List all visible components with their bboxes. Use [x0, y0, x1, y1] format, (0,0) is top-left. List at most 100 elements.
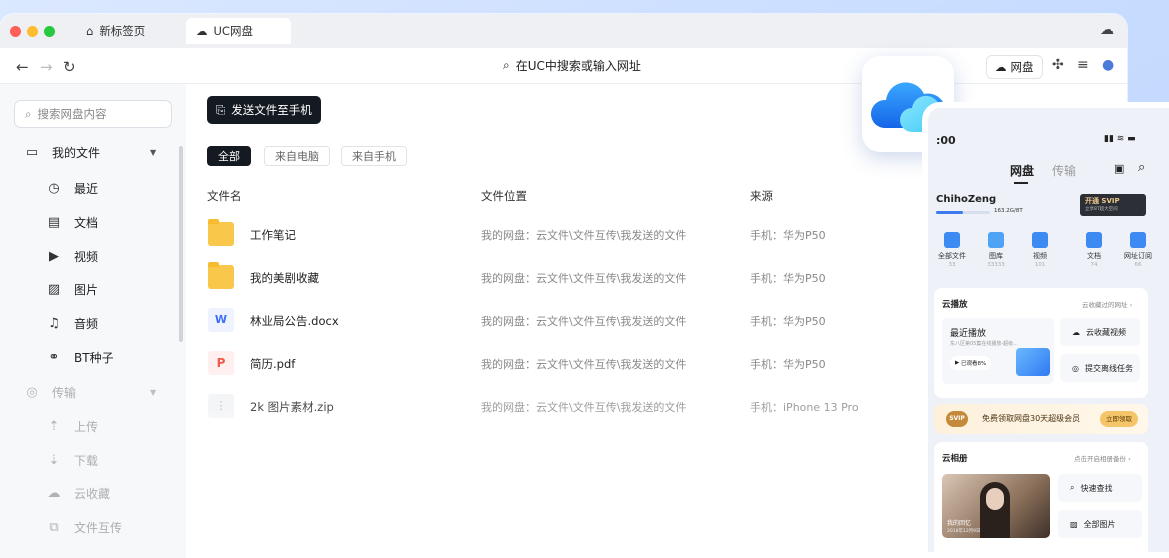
category-gallery[interactable]: 图库 33333: [976, 232, 1016, 268]
file-row[interactable]: 我的美剧收藏 我的网盘：云文件\文件互传\我发送的文件 手机：华为P50: [186, 261, 886, 301]
sidebar-item-transfer[interactable]: ◎ 传输 ▼: [24, 382, 156, 402]
cloud-icon: ☁: [196, 24, 208, 38]
svip-banner[interactable]: 开通 SVIP 立享8T超大空间: [1080, 194, 1146, 216]
video-icon: ▶: [49, 248, 59, 264]
reload-icon[interactable]: ↻: [63, 58, 76, 76]
category-video[interactable]: 视频 101: [1020, 232, 1060, 268]
category-docs[interactable]: 文档 74: [1074, 232, 1114, 268]
file-row[interactable]: ⋮ 2k 图片素材.zip 我的网盘：云文件\文件互传\我发送的文件 手机：iP…: [186, 390, 886, 430]
pdf-icon: P: [208, 351, 234, 375]
video-thumbnail: [1016, 348, 1050, 376]
recent-play-card[interactable]: 最近播放 东八区第05集在线播放-超级... ▶ 已观看8%: [942, 318, 1054, 384]
portrait-face: [986, 488, 1004, 510]
sidebar-item-bt[interactable]: ⚭ BT种子: [46, 347, 114, 367]
address-input[interactable]: ⌕ 在UC中搜索或输入网址: [503, 57, 641, 74]
cloud-video-bookmark-button[interactable]: ☁ 云收藏视频: [1060, 318, 1140, 346]
svip-badge: SVIP: [946, 411, 968, 427]
sidebar-scrollbar[interactable]: [179, 146, 183, 342]
sidebar-item-audio[interactable]: ♫ 音频: [46, 313, 98, 333]
phone-mockup: :00 ▮▮ ≋ ▬ 网盘 传输 ▣ ⌕ ChihoZeng 163.2G/8T…: [922, 102, 1169, 558]
search-icon: ⌕: [25, 106, 32, 121]
all-photos-button[interactable]: ▨ 全部图片: [1058, 510, 1142, 538]
transfer-circle-icon: ◎: [26, 384, 38, 400]
sidebar-item-docs[interactable]: ▤ 文档: [46, 212, 98, 232]
play-progress-button[interactable]: ▶ 已观看8%: [950, 356, 992, 370]
chevron-down-icon: ▼: [150, 387, 157, 397]
sidebar-item-video[interactable]: ▶ 视频: [46, 246, 98, 266]
column-header-source[interactable]: 来源: [750, 188, 773, 204]
send-file-icon: ⎘: [216, 102, 226, 117]
folder-icon: [208, 219, 234, 246]
quick-find-button[interactable]: ⌕ 快速查找: [1058, 474, 1142, 502]
sidebar-item-upload[interactable]: ⇡ 上传: [46, 416, 98, 436]
svip-promo-banner[interactable]: SVIP 免费领取网盘30天超级会员 立即领取: [934, 404, 1148, 434]
phone-tab-cloud[interactable]: 网盘: [1010, 162, 1034, 179]
clock-icon: ◷: [48, 180, 60, 196]
filter-from-pc[interactable]: 来自电脑: [264, 146, 330, 166]
tab-new-tab[interactable]: ⌂ 新标签页: [76, 18, 155, 44]
cloud-play-card: 云播放 云收藏过的网址 › 最近播放 东八区第05集在线播放-超级... ▶ 已…: [934, 288, 1148, 398]
filter-all[interactable]: 全部: [207, 146, 251, 166]
tab-bar: ⌂ 新标签页 ☁ UC网盘 ☁: [0, 14, 1127, 48]
document-icon: ▤: [47, 214, 61, 230]
cloud-bookmarks-link[interactable]: 云收藏过的网址 ›: [1082, 299, 1132, 309]
upload-icon: ⇡: [48, 418, 60, 434]
claim-button[interactable]: 立即领取: [1100, 411, 1138, 427]
image-icon: ▨: [1070, 519, 1078, 529]
album-photo[interactable]: 我的回忆 2018年12月9日: [942, 474, 1050, 538]
phone-tab-transfer[interactable]: 传输: [1052, 162, 1076, 179]
bookmark-icon: [1130, 232, 1146, 248]
cloud-album-card: 云相册 点击开启相册备份 › 我的回忆 2018年12月9日 ⌕ 快速查找 ▨ 全部…: [934, 442, 1148, 552]
send-to-phone-button[interactable]: ⎘ 发送文件至手机: [207, 96, 321, 124]
offline-task-button[interactable]: ◎ 提交离线任务: [1060, 354, 1140, 382]
image-icon: ▨: [47, 281, 61, 297]
column-header-name[interactable]: 文件名: [207, 188, 242, 204]
phone-username: ChihoZeng: [936, 194, 997, 205]
cloud-sync-icon[interactable]: ☁: [1100, 22, 1114, 38]
cloud-icon: ☁: [995, 60, 1007, 74]
category-all-files[interactable]: 全部文件 33: [932, 232, 972, 268]
profile-avatar[interactable]: ●: [1102, 57, 1114, 73]
cloud-icon: ☁: [1072, 327, 1080, 337]
menu-icon[interactable]: ≡: [1077, 57, 1089, 73]
folder-icon: [208, 262, 234, 289]
sidebar-item-images[interactable]: ▨ 图片: [46, 279, 98, 299]
column-header-location[interactable]: 文件位置: [481, 188, 527, 204]
tab-uc-cloud[interactable]: ☁ UC网盘: [186, 18, 291, 44]
folder-icon: [944, 232, 960, 248]
search-icon[interactable]: ⌕: [1138, 160, 1145, 175]
target-icon: ◎: [1072, 363, 1079, 373]
document-icon: [1086, 232, 1102, 248]
sidebar: ⌕ 搜索网盘内容 ▭ 我的文件 ▼ ◷ 最近 ▤ 文档 ▶ 视频 ▨ 图片 ♫ …: [0, 84, 186, 558]
download-icon: ⇣: [48, 452, 60, 468]
file-row[interactable]: P 简历.pdf 我的网盘：云文件\文件互传\我发送的文件 手机：华为P50: [186, 347, 886, 387]
sidebar-item-recent[interactable]: ◷ 最近: [46, 178, 98, 198]
file-row[interactable]: W 林业局公告.docx 我的网盘：云文件\文件互传\我发送的文件 手机：华为P…: [186, 304, 886, 344]
search-icon: ⌕: [503, 58, 510, 72]
search-input[interactable]: ⌕ 搜索网盘内容: [14, 100, 172, 128]
back-icon[interactable]: ←: [16, 58, 29, 76]
extensions-icon[interactable]: ✣: [1052, 57, 1064, 73]
phone-time: :00: [936, 134, 956, 147]
sidebar-item-file-transfer[interactable]: ⧉ 文件互传: [46, 517, 122, 537]
link-icon: ⚭: [48, 349, 60, 365]
file-row[interactable]: 工作笔记 我的网盘：云文件\文件互传\我发送的文件 手机：华为P50: [186, 218, 886, 258]
search-icon: ⌕: [1070, 483, 1075, 492]
image-icon: [988, 232, 1004, 248]
pc-icon[interactable]: ▣: [1114, 162, 1124, 175]
close-window-button[interactable]: [10, 26, 21, 37]
album-backup-link[interactable]: 点击开启相册备份 ›: [1074, 453, 1131, 463]
sidebar-item-cloud-bookmark[interactable]: ☁ 云收藏: [46, 483, 111, 503]
forward-icon[interactable]: →: [40, 58, 53, 76]
maximize-window-button[interactable]: [44, 26, 55, 37]
home-icon: ⌂: [86, 24, 94, 38]
video-icon: [1032, 232, 1048, 248]
cloud-drive-button[interactable]: ☁ 网盘: [986, 55, 1043, 79]
sidebar-item-my-files[interactable]: ▭ 我的文件 ▼: [24, 142, 156, 162]
filter-from-phone[interactable]: 来自手机: [341, 146, 407, 166]
signal-icon: ▮▮ ≋ ▬: [1104, 134, 1136, 144]
minimize-window-button[interactable]: [27, 26, 38, 37]
category-url-subscribe[interactable]: 网址订阅 66: [1118, 232, 1158, 268]
zip-archive-icon: ⋮: [208, 394, 234, 418]
sidebar-item-download[interactable]: ⇣ 下载: [46, 450, 98, 470]
